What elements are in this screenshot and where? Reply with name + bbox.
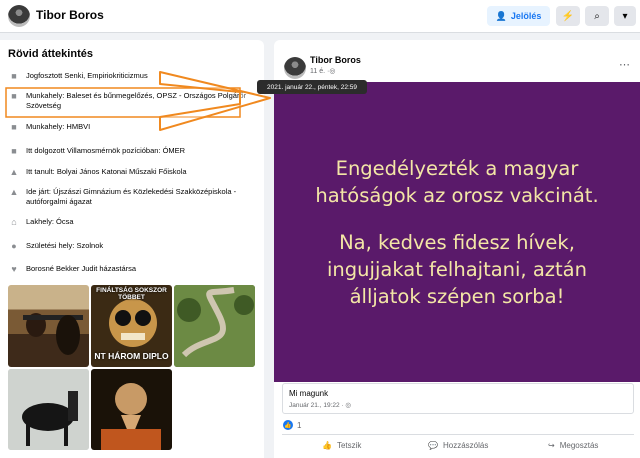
briefcase-icon: ■ [11, 71, 17, 81]
user-plus-icon: 👤 [495, 10, 507, 21]
search-icon: ⌕ [594, 10, 600, 22]
share-button[interactable]: ↪ Megosztás [548, 441, 598, 450]
share-button-label: Megosztás [559, 441, 599, 450]
intro-item: ■ Munkahely: Baleset és bűnmegelőzés, OP… [8, 91, 258, 111]
reaction-summary[interactable]: 👍 1 [283, 420, 301, 430]
like-count: 1 [297, 420, 302, 430]
globe-icon: ◎ [345, 402, 352, 409]
intro-item-text[interactable]: Munkahely: Baleset és bűnmegelőzés, OPSZ… [26, 91, 258, 111]
shared-link-time: Január 21., 19:22 · ◎ [289, 401, 351, 409]
profile-top-bar: Tibor Boros 👤 Jelölés ⚡ ⌕ ▾ [0, 0, 640, 33]
intro-item-text[interactable]: Ide járt: Újszászi Gimnázium és Közleked… [26, 187, 258, 207]
location-pin-icon: ● [11, 241, 17, 251]
meme-bottom-text: NT HÁROM DIPLO [94, 351, 169, 361]
post-time-text: 11 é. [310, 68, 326, 75]
photo-grid: FINÁLTSÁG SOKSZOR TÖBBET NT HÁROM DIPLO [8, 285, 255, 450]
post-author-avatar[interactable] [284, 57, 306, 79]
thumbs-up-icon: 👍 [322, 441, 332, 450]
intro-item: ▲ Itt tanult: Bolyai János Katonai Műsza… [8, 167, 258, 177]
post-author-name[interactable]: Tibor Boros [310, 55, 361, 65]
post-image-line: ingujjakat felhajtani, aztán [327, 257, 587, 281]
post-image-line: Na, kedves fidesz hívek, [339, 230, 575, 254]
tag-button-label: Jelölés [510, 11, 542, 21]
intro-item-text[interactable]: Születési hely: Szolnok [26, 241, 103, 251]
shared-link-time-text: Január 21., 19:22 · [289, 402, 344, 409]
comment-icon: 💬 [428, 441, 438, 450]
intro-item-text[interactable]: Lakhely: Ócsa [26, 217, 74, 227]
tag-button[interactable]: 👤 Jelölés [487, 6, 550, 26]
like-button-label: Tetszik [336, 441, 362, 450]
graduation-cap-icon: ▲ [9, 187, 19, 197]
intro-item: ■ Munkahely: HMBVI [8, 122, 258, 132]
post-image-line: Engedélyezték a magyar [335, 156, 579, 180]
photo-image [8, 369, 89, 450]
intro-item: ■ Itt dolgozott Villamosmérnök pozícióba… [8, 146, 258, 156]
search-button[interactable]: ⌕ [585, 6, 609, 26]
intro-item-text[interactable]: Munkahely: HMBVI [26, 122, 90, 132]
messenger-icon: ⚡ [561, 10, 575, 22]
meme-top-text: FINÁLTSÁG SOKSZOR TÖBBET [96, 287, 167, 301]
intro-item-text[interactable]: Itt dolgozott Villamosmérnök pozícióban:… [26, 146, 185, 156]
briefcase-icon: ■ [11, 146, 17, 156]
photo-thumbnail[interactable] [8, 285, 89, 367]
shared-link-box[interactable] [282, 383, 634, 414]
messenger-button[interactable]: ⚡ [556, 6, 580, 26]
photo-thumbnail[interactable] [174, 285, 255, 367]
intro-item-text[interactable]: Itt tanult: Bolyai János Katonai Műszaki… [26, 167, 187, 177]
like-button[interactable]: 👍 Tetszik [322, 441, 361, 450]
intro-item: ■ Jogfosztott Senki, Empiriokriticizmus [8, 71, 258, 81]
post-timestamp[interactable]: 11 é. ·◎ [310, 67, 335, 75]
intro-title: Rövid áttekintés [8, 48, 93, 60]
post-options-icon[interactable]: ⋯ [619, 58, 630, 71]
post-image-line: álljatok szépen sorba! [349, 284, 565, 308]
action-divider [282, 434, 634, 435]
like-reaction-icon: 👍 [283, 420, 293, 430]
globe-icon: ·◎ [327, 68, 336, 75]
photo-thumbnail[interactable]: FINÁLTSÁG SOKSZOR TÖBBET NT HÁROM DIPLO [91, 285, 172, 367]
photo-image [174, 285, 255, 367]
profile-name[interactable]: Tibor Boros [36, 8, 104, 22]
comment-button[interactable]: 💬 Hozzászólás [428, 441, 488, 450]
home-icon: ⌂ [11, 217, 17, 227]
briefcase-icon: ■ [11, 122, 17, 132]
chevron-down-icon: ▾ [622, 10, 628, 22]
comment-button-label: Hozzászólás [442, 441, 489, 450]
photo-thumbnail[interactable] [8, 369, 89, 450]
heart-icon: ♥ [11, 264, 17, 274]
graduation-cap-icon: ▲ [9, 167, 19, 177]
post-image[interactable]: Engedélyezték a magyar hatóságok az oros… [274, 82, 640, 382]
intro-item: ⌂ Lakhely: Ócsa [8, 217, 258, 227]
shared-link-title[interactable]: Mi magunk [289, 389, 328, 398]
share-icon: ↪ [548, 441, 555, 450]
briefcase-icon: ■ [11, 91, 17, 101]
intro-item: ♥ Borosné Bekker Judit házastársa [8, 264, 258, 274]
photo-thumbnail[interactable] [91, 369, 172, 450]
intro-item: ▲ Ide járt: Újszászi Gimnázium és Közlek… [8, 187, 258, 207]
timestamp-tooltip: 2021. január 22., péntek, 22:59 [257, 80, 367, 94]
photo-image [23, 313, 83, 355]
intro-item-text[interactable]: Jogfosztott Senki, Empiriokriticizmus [26, 71, 148, 81]
post-image-line: hatóságok az orosz vakcinát. [315, 183, 599, 207]
more-button[interactable]: ▾ [614, 6, 636, 26]
intro-item-text[interactable]: Borosné Bekker Judit házastársa [26, 264, 136, 274]
intro-item: ● Születési hely: Szolnok [8, 241, 258, 251]
photo-image [101, 383, 161, 450]
profile-avatar[interactable] [8, 5, 30, 27]
